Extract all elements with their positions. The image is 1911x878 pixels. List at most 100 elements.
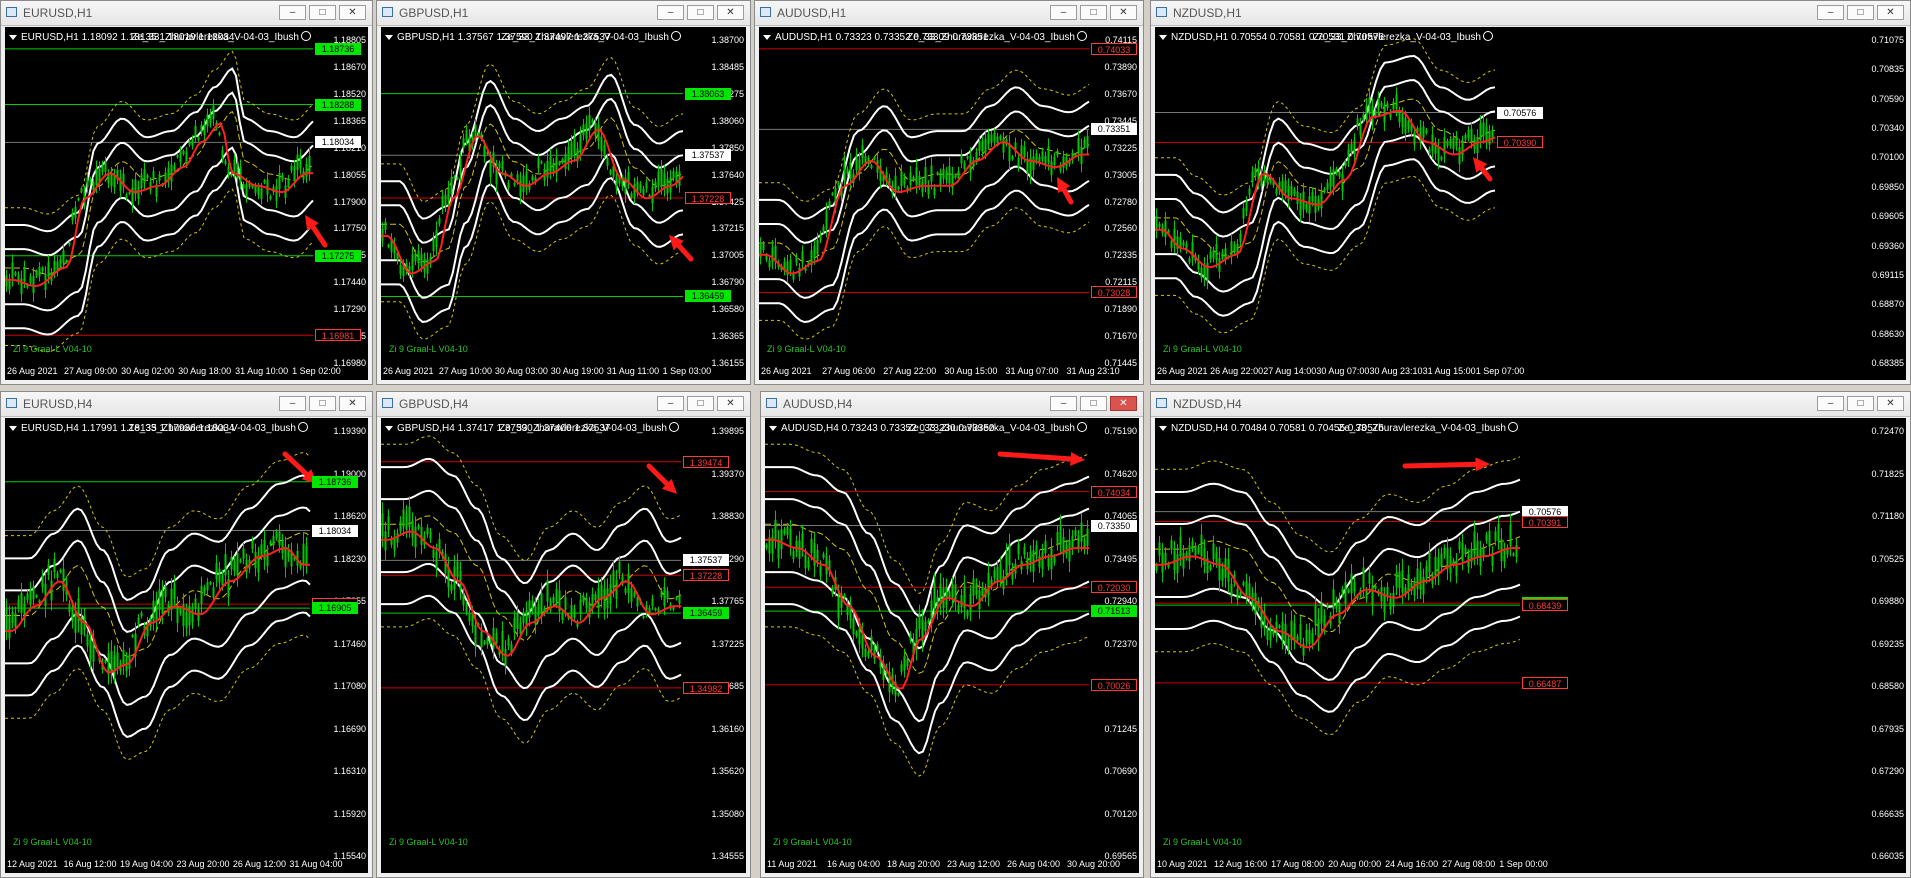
candle-body [516,613,519,630]
candle-body [1059,524,1062,545]
close-button[interactable]: ✕ [1110,396,1137,411]
expert-smiley-icon[interactable] [669,422,679,432]
expert-smiley-icon[interactable] [1483,31,1493,41]
candle-body [1350,143,1353,153]
time-axis-tick: 17 Aug 08:00 [1271,859,1325,869]
window-controls: – □ ✕ [1817,396,1904,411]
candle-body [1305,203,1308,210]
chart-area[interactable]: NZDUSD,H1 0.70554 0.70581 0.70531 0.7057… [1155,27,1906,380]
close-button[interactable]: ✕ [1110,5,1137,20]
candle-body [960,154,963,164]
candle-body [933,187,936,196]
close-button[interactable]: ✕ [339,5,366,20]
chart-menu-icon[interactable] [769,425,777,431]
upper-band-inner [381,97,684,244]
expert-smiley-icon[interactable] [1508,422,1518,432]
candle-body [1035,153,1038,161]
candle-body [450,177,453,195]
candle-body [1080,522,1083,542]
window-audusd-h1[interactable]: AUDUSD,H1 – □ ✕ AUDUSD,H1 0.73323 0.73352 0.… [754,0,1144,385]
maximize-button[interactable]: □ [1847,396,1874,411]
candle-body [999,136,1002,140]
window-gbpusd-h1[interactable]: GBPUSD,H1 – □ ✕ GBPUSD,H1 1.37567 1.37590 1.… [376,0,751,385]
window-audusd-h4[interactable]: AUDUSD,H4 – □ ✕ AUDUSD,H4 0.73243 0.73352 0.… [760,391,1144,878]
chart-menu-icon[interactable] [1159,425,1167,431]
maximize-button[interactable]: □ [687,5,714,20]
chart-area[interactable]: AUDUSD,H4 0.73243 0.73352 0.73230 0.7335… [765,418,1139,873]
title-bar[interactable]: NZDUSD,H1 – □ ✕ [1151,1,1910,26]
candle-body [1047,558,1050,567]
maximize-button[interactable]: □ [1080,396,1107,411]
window-eurusd-h1[interactable]: EURUSD,H1 – □ ✕ EURUSD,H1 1.18092 1.18135 1.… [0,0,373,385]
candle-body [822,553,825,558]
candle-body [230,173,233,177]
expert-smiley-icon[interactable] [301,31,311,41]
close-button[interactable]: ✕ [1877,396,1904,411]
candle-body [302,543,305,566]
minimize-button[interactable]: – [1817,5,1844,20]
window-nzdusd-h1[interactable]: NZDUSD,H1 – □ ✕ NZDUSD,H1 0.70554 0.70581 0.… [1150,0,1911,385]
chart-area[interactable]: EURUSD,H4 1.17991 1.18135 1.17936 1.1803… [5,418,368,873]
expert-smiley-icon[interactable] [298,422,308,432]
chart-area[interactable]: NZDUSD,H4 0.70484 0.70581 0.70455 0.7057… [1155,418,1906,873]
title-bar[interactable]: GBPUSD,H1 – □ ✕ [377,1,750,26]
title-bar[interactable]: GBPUSD,H4 – □ ✕ [377,392,750,417]
candle-body [1179,536,1182,557]
close-button[interactable]: ✕ [339,396,366,411]
chart-area[interactable]: GBPUSD,H1 1.37567 1.37590 1.37497 1.3753… [381,27,746,380]
minimize-button[interactable]: – [279,5,306,20]
title-bar[interactable]: NZDUSD,H4 – □ ✕ [1151,392,1910,417]
price-axis-tick: 0.73495 [1104,553,1137,564]
maximize-button[interactable]: □ [309,5,336,20]
candle-body [1215,243,1218,260]
close-button[interactable]: ✕ [717,5,744,20]
minimize-button[interactable]: – [657,396,684,411]
chart-area[interactable]: EURUSD,H1 1.18092 1.18135 1.18019 1.1803… [5,27,368,380]
close-button[interactable]: ✕ [717,396,744,411]
title-bar[interactable]: EURUSD,H4 – □ ✕ [1,392,372,417]
price-level-label: 0.73028 [1091,286,1137,299]
minimize-button[interactable]: – [657,5,684,20]
chart-area[interactable]: GBPUSD,H4 1.37417 1.37590 1.37400 1.3753… [381,418,746,873]
chart-menu-icon[interactable] [763,34,771,40]
maximize-button[interactable]: □ [1847,5,1874,20]
expert-smiley-icon[interactable] [1077,422,1087,432]
window-eurusd-h4[interactable]: EURUSD,H4 – □ ✕ EURUSD,H4 1.17991 1.18135 1.… [0,391,373,878]
upper-band-outer [5,67,314,233]
chart-menu-icon[interactable] [9,34,17,40]
title-bar[interactable]: AUDUSD,H1 – □ ✕ [755,1,1143,26]
candle-body [492,627,495,649]
title-bar[interactable]: AUDUSD,H4 – □ ✕ [761,392,1143,417]
maximize-button[interactable]: □ [1080,5,1107,20]
minimize-button[interactable]: – [1050,5,1077,20]
chart-menu-icon[interactable] [385,425,393,431]
expert-smiley-icon[interactable] [671,31,681,41]
candle-body [1332,589,1335,610]
candle-body [257,187,260,196]
close-button[interactable]: ✕ [1877,5,1904,20]
window-gbpusd-h4[interactable]: GBPUSD,H4 – □ ✕ GBPUSD,H4 1.37417 1.37590 1.… [376,391,751,878]
chart-menu-icon[interactable] [1159,34,1167,40]
maximize-button[interactable]: □ [309,396,336,411]
maximize-button[interactable]: □ [687,396,714,411]
candle-body [918,175,921,186]
candle-body [381,228,384,241]
chart-area[interactable]: AUDUSD,H1 0.73323 0.73352 0.73309 0.7335… [759,27,1139,380]
candle-body [1329,173,1332,187]
candle-body [218,132,221,136]
candle-body [1071,536,1074,549]
candle-body [405,513,408,530]
candle-body [531,600,534,610]
minimize-button[interactable]: – [279,396,306,411]
candle-body [1218,258,1221,272]
window-nzdusd-h4[interactable]: NZDUSD,H4 – □ ✕ NZDUSD,H4 0.70484 0.70581 0.… [1150,391,1911,878]
minimize-button[interactable]: – [1050,396,1077,411]
minimize-button[interactable]: – [1817,396,1844,411]
chart-menu-icon[interactable] [9,425,17,431]
candle-body [1446,140,1449,146]
expert-smiley-icon[interactable] [1077,31,1087,41]
title-bar[interactable]: EURUSD,H1 – □ ✕ [1,1,372,26]
candle-body [960,595,963,608]
candle-body [387,244,390,248]
chart-menu-icon[interactable] [385,34,393,40]
